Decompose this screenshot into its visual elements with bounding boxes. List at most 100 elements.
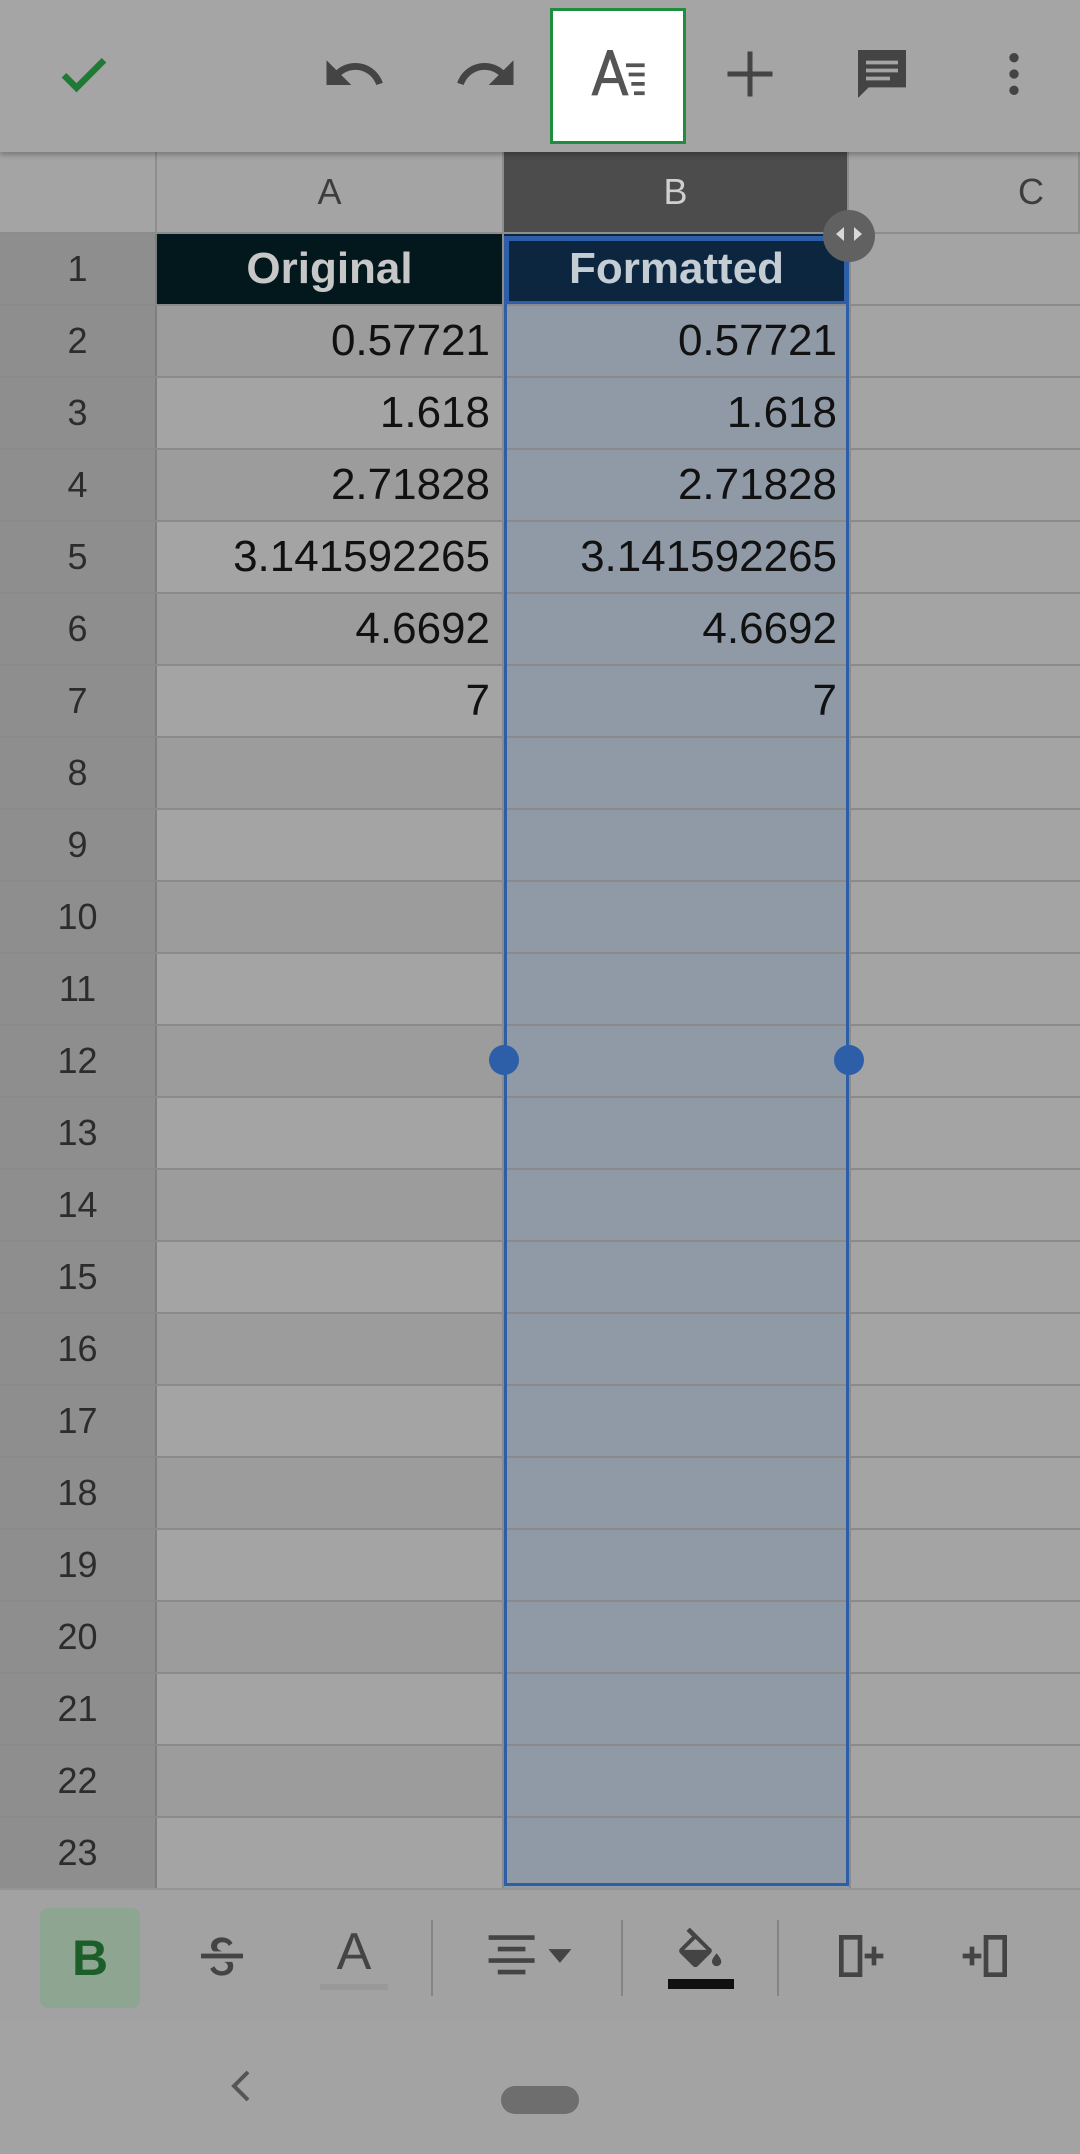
cell-a[interactable]: 3.141592265: [157, 522, 504, 592]
row-number[interactable]: 12: [0, 1026, 157, 1096]
cell-b[interactable]: [504, 738, 849, 808]
row-number[interactable]: 14: [0, 1170, 157, 1240]
row-number[interactable]: 22: [0, 1746, 157, 1816]
cell-b[interactable]: [504, 1386, 849, 1456]
undo-button[interactable]: [286, 8, 422, 144]
back-nav-button[interactable]: [216, 2058, 264, 2118]
cell-b[interactable]: 4.6692: [504, 594, 849, 664]
align-button[interactable]: [480, 1908, 580, 2008]
confirm-button[interactable]: [16, 8, 152, 144]
cell-b[interactable]: [504, 1170, 849, 1240]
cell-c[interactable]: [849, 882, 1080, 952]
row-number[interactable]: 13: [0, 1098, 157, 1168]
cell-a[interactable]: [157, 1314, 504, 1384]
cell-b[interactable]: 0.57721: [504, 306, 849, 376]
cell-a[interactable]: [157, 1818, 504, 1888]
cell-a[interactable]: [157, 1386, 504, 1456]
cell-b[interactable]: [504, 810, 849, 880]
cell-c[interactable]: [849, 1242, 1080, 1312]
comment-button[interactable]: [814, 8, 950, 144]
cell-a[interactable]: 2.71828: [157, 450, 504, 520]
row-number[interactable]: 7: [0, 666, 157, 736]
cell-b[interactable]: [504, 1530, 849, 1600]
cell-c[interactable]: [849, 666, 1080, 736]
row-number[interactable]: 20: [0, 1602, 157, 1672]
cell-b[interactable]: Formatted: [504, 234, 849, 304]
cell-c[interactable]: [849, 738, 1080, 808]
cell-a[interactable]: [157, 810, 504, 880]
cell-a[interactable]: 7: [157, 666, 504, 736]
cell-a[interactable]: [157, 1098, 504, 1168]
row-number[interactable]: 18: [0, 1458, 157, 1528]
cell-b[interactable]: [504, 1602, 849, 1672]
cell-a[interactable]: [157, 1530, 504, 1600]
row-number[interactable]: 4: [0, 450, 157, 520]
insert-column-left-button[interactable]: [810, 1908, 910, 2008]
more-options-button[interactable]: [946, 8, 1080, 144]
cell-a[interactable]: [157, 738, 504, 808]
cell-c[interactable]: [849, 1098, 1080, 1168]
cell-c[interactable]: [849, 1314, 1080, 1384]
cell-c[interactable]: [849, 450, 1080, 520]
row-number[interactable]: 11: [0, 954, 157, 1024]
cell-a[interactable]: 1.618: [157, 378, 504, 448]
cell-c[interactable]: [849, 1530, 1080, 1600]
home-pill[interactable]: [501, 2086, 579, 2114]
cell-a[interactable]: [157, 882, 504, 952]
cell-a[interactable]: [157, 954, 504, 1024]
cell-b[interactable]: [504, 1026, 849, 1096]
format-text-button[interactable]: [550, 8, 686, 144]
row-number[interactable]: 9: [0, 810, 157, 880]
redo-button[interactable]: [418, 8, 554, 144]
cell-c[interactable]: [849, 1674, 1080, 1744]
cell-b[interactable]: [504, 1242, 849, 1312]
cell-a[interactable]: [157, 1242, 504, 1312]
row-number[interactable]: 6: [0, 594, 157, 664]
cell-c[interactable]: [849, 306, 1080, 376]
row-number[interactable]: 2: [0, 306, 157, 376]
cell-b[interactable]: [504, 1746, 849, 1816]
row-number[interactable]: 3: [0, 378, 157, 448]
row-number[interactable]: 8: [0, 738, 157, 808]
row-number[interactable]: 10: [0, 882, 157, 952]
row-number[interactable]: 21: [0, 1674, 157, 1744]
row-number[interactable]: 15: [0, 1242, 157, 1312]
cell-b[interactable]: [504, 1458, 849, 1528]
cell-c[interactable]: [849, 954, 1080, 1024]
selection-handle-right[interactable]: [834, 1045, 864, 1075]
cell-c[interactable]: [849, 810, 1080, 880]
cell-a[interactable]: 0.57721: [157, 306, 504, 376]
cell-c[interactable]: [849, 1602, 1080, 1672]
cell-c[interactable]: [849, 1386, 1080, 1456]
cell-a[interactable]: [157, 1602, 504, 1672]
cell-b[interactable]: [504, 882, 849, 952]
cell-a[interactable]: 4.6692: [157, 594, 504, 664]
cell-b[interactable]: [504, 954, 849, 1024]
text-color-button[interactable]: A: [304, 1908, 404, 2008]
cell-b[interactable]: [504, 1818, 849, 1888]
cell-c[interactable]: [849, 1170, 1080, 1240]
bold-button[interactable]: B: [40, 1908, 140, 2008]
cell-b[interactable]: 3.141592265: [504, 522, 849, 592]
cell-c[interactable]: [849, 378, 1080, 448]
cell-b[interactable]: [504, 1314, 849, 1384]
fill-color-button[interactable]: [651, 1908, 751, 2008]
cell-b[interactable]: [504, 1098, 849, 1168]
cell-c[interactable]: [849, 1746, 1080, 1816]
cell-a[interactable]: Original: [157, 234, 504, 304]
cell-a[interactable]: [157, 1746, 504, 1816]
cell-c[interactable]: [849, 594, 1080, 664]
selection-handle-left[interactable]: [489, 1045, 519, 1075]
cell-c[interactable]: [849, 1026, 1080, 1096]
insert-button[interactable]: [682, 8, 818, 144]
row-number[interactable]: 23: [0, 1818, 157, 1888]
cell-a[interactable]: [157, 1674, 504, 1744]
cell-b[interactable]: 1.618: [504, 378, 849, 448]
strikethrough-button[interactable]: [172, 1908, 272, 2008]
row-number[interactable]: 16: [0, 1314, 157, 1384]
cell-c[interactable]: [849, 522, 1080, 592]
cell-b[interactable]: [504, 1674, 849, 1744]
cell-c[interactable]: [849, 1458, 1080, 1528]
row-number[interactable]: 1: [0, 234, 157, 304]
cell-a[interactable]: [157, 1026, 504, 1096]
